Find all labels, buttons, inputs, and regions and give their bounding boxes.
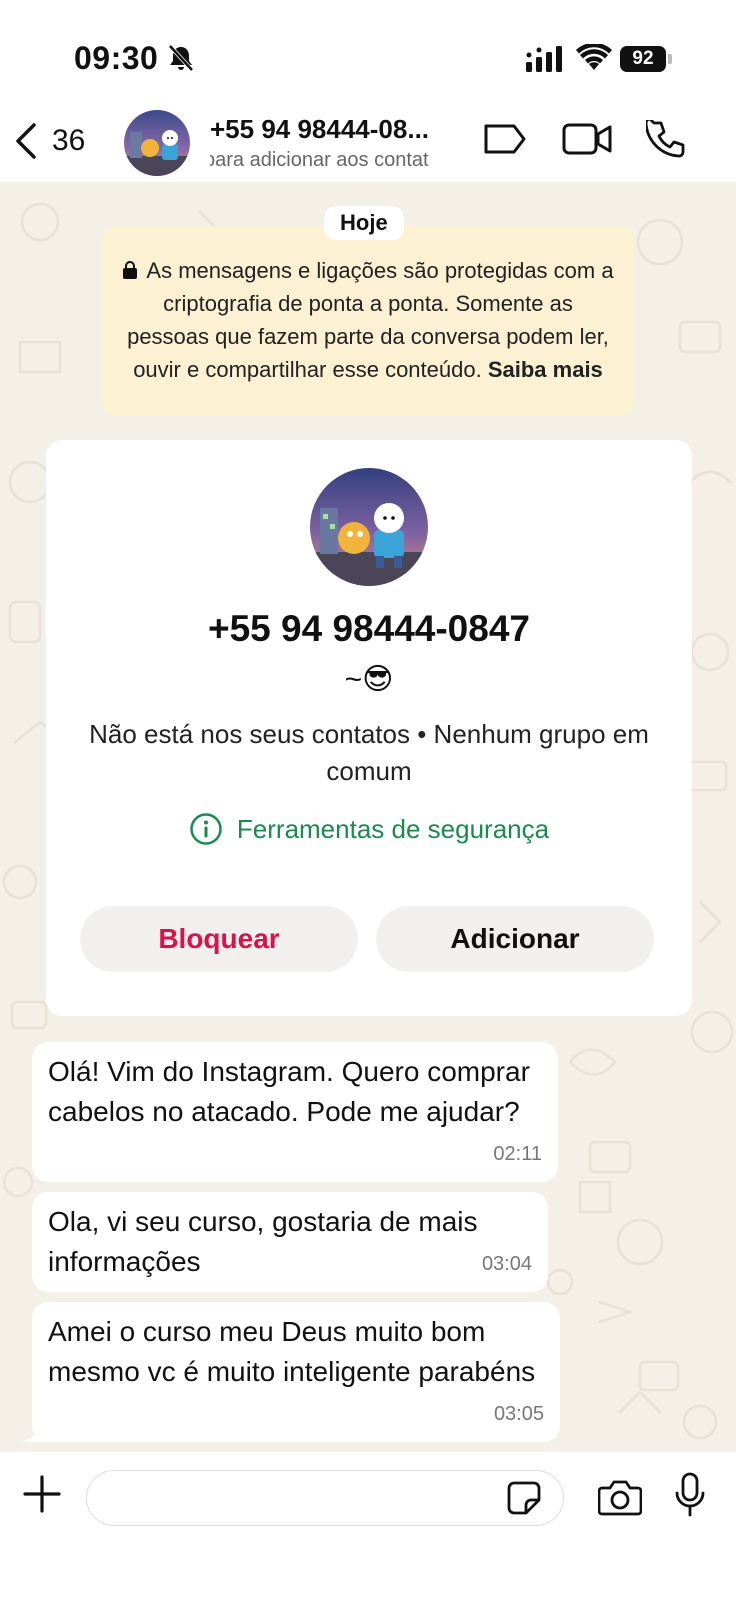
status-bar: 09:30 92	[0, 0, 736, 100]
learn-more-link[interactable]: Saiba mais	[488, 357, 603, 382]
wifi-icon	[576, 44, 612, 70]
camera-icon[interactable]	[598, 1478, 642, 1516]
signal-icon	[526, 46, 562, 72]
message-bubble[interactable]: Olá! Vim do Instagram. Quero comprar cab…	[32, 1042, 558, 1182]
security-tools-link[interactable]: Ferramentas de segurança	[46, 812, 692, 846]
contact-number: +55 94 98444-0847	[208, 608, 530, 649]
contact-avatar-large[interactable]	[310, 468, 428, 586]
contact-info[interactable]: +55 94 98444-08... para adicionar aos co…	[210, 114, 470, 172]
contact-about: ~😎	[344, 663, 394, 696]
message-text: Olá! Vim do Instagram. Quero comprar cab…	[48, 1056, 530, 1127]
security-tools-label: Ferramentas de segurança	[236, 813, 550, 844]
contact-subtitle: para adicionar aos contat	[210, 149, 429, 171]
block-button[interactable]: Bloquear	[80, 906, 358, 972]
contact-status-info: Não está nos seus contatos • Nenhum grup…	[89, 719, 649, 786]
sticker-icon[interactable]	[506, 1480, 542, 1516]
label-icon[interactable]	[482, 120, 528, 158]
message-input[interactable]	[86, 1470, 564, 1526]
message-time: 03:04	[481, 1253, 532, 1275]
message-time: 02:11	[493, 1143, 542, 1165]
lock-icon	[123, 261, 138, 279]
message-text: Amei o curso meu Deus muito bom mesmo vc…	[48, 1316, 536, 1387]
contact-avatar[interactable]	[124, 110, 190, 176]
top-bar: 09:30 92 36 +55 94 98444-08... para adic…	[0, 0, 736, 182]
message-text: Ola, vi seu curso, gostaria de mais info…	[48, 1206, 478, 1277]
video-call-icon[interactable]	[562, 120, 612, 158]
chevron-left-icon	[16, 123, 36, 159]
unknown-contact-card: +55 94 98444-0847 ~😎 Não está nos seus c…	[46, 440, 692, 1016]
date-separator: Hoje	[324, 206, 404, 240]
battery-tip	[668, 54, 672, 64]
bubble-tail	[20, 1426, 50, 1442]
message-input-bar	[0, 1452, 736, 1600]
chat-header: 36 +55 94 98444-08... para adicionar aos…	[0, 100, 736, 182]
status-time: 09:30	[74, 40, 159, 76]
phone-icon[interactable]	[646, 120, 686, 160]
plus-icon[interactable]	[22, 1474, 62, 1514]
bell-slash-icon	[168, 44, 194, 72]
message-bubble[interactable]: Amei o curso meu Deus muito bom mesmo vc…	[32, 1302, 560, 1442]
message-bubble[interactable]: Ola, vi seu curso, gostaria de mais info…	[32, 1192, 548, 1292]
back-button[interactable]: 36	[14, 118, 85, 164]
message-time: 03:05	[493, 1403, 544, 1425]
unread-count: 36	[52, 124, 86, 157]
microphone-icon[interactable]	[674, 1472, 706, 1518]
encryption-notice[interactable]: As mensagens e ligações são protegidas c…	[102, 226, 634, 416]
add-contact-button[interactable]: Adicionar	[376, 906, 654, 972]
info-icon	[190, 813, 222, 845]
battery-icon: 92	[620, 46, 666, 72]
contact-name: +55 94 98444-08...	[210, 114, 430, 144]
